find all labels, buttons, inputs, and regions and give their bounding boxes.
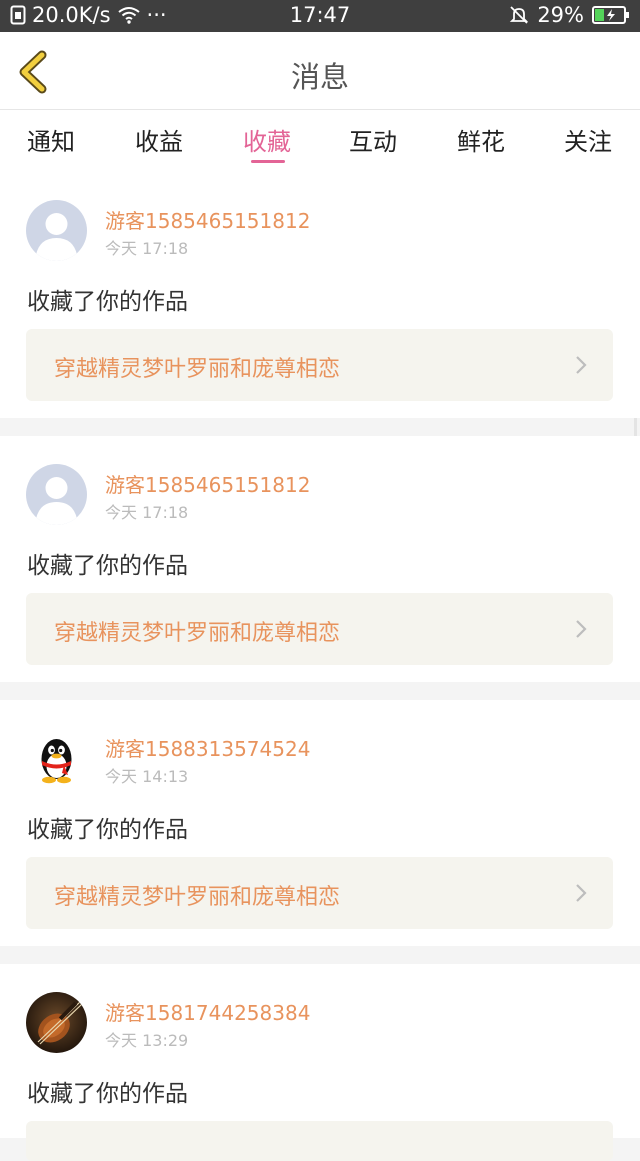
action-text: 收藏了你的作品 <box>27 553 188 579</box>
tab-interaction[interactable]: 互动 <box>333 122 413 157</box>
violin-photo-avatar[interactable] <box>26 992 87 1053</box>
tab-following[interactable]: 关注 <box>548 122 628 157</box>
work-link[interactable] <box>26 1121 613 1161</box>
mute-bell-icon <box>509 5 529 25</box>
message-card: 游客1585465151812 今天 17:18 收藏了你的作品 穿越精灵梦叶罗… <box>0 436 640 682</box>
work-link[interactable]: 穿越精灵梦叶罗丽和庞尊相恋 <box>26 329 613 401</box>
page-title: 消息 <box>290 60 349 94</box>
battery-percent: 29% <box>537 3 584 27</box>
message-tabs: 通知 收益 收藏 互动 鲜花 关注 <box>0 110 640 172</box>
message-card: 游客1588313574524 今天 14:13 收藏了你的作品 穿越精灵梦叶罗… <box>0 700 640 946</box>
chevron-right-icon <box>576 620 587 638</box>
timestamp: 今天 14:13 <box>105 767 189 786</box>
message-card: 游客1581744258384 今天 13:29 收藏了你的作品 <box>0 964 640 1161</box>
work-title: 穿越精灵梦叶罗丽和庞尊相恋 <box>54 357 341 382</box>
work-title: 穿越精灵梦叶罗丽和庞尊相恋 <box>54 621 341 646</box>
work-link[interactable]: 穿越精灵梦叶罗丽和庞尊相恋 <box>26 593 613 665</box>
username[interactable]: 游客1581744258384 <box>105 997 310 1026</box>
chevron-right-icon <box>576 356 587 374</box>
username[interactable]: 游客1585465151812 <box>105 205 310 234</box>
action-text: 收藏了你的作品 <box>27 817 188 843</box>
work-link[interactable]: 穿越精灵梦叶罗丽和庞尊相恋 <box>26 857 613 929</box>
chevron-right-icon <box>576 884 587 902</box>
username[interactable]: 游客1585465151812 <box>105 469 310 498</box>
action-text: 收藏了你的作品 <box>27 1081 188 1107</box>
tab-notice[interactable]: 通知 <box>11 122 91 157</box>
timestamp: 今天 17:18 <box>105 503 189 522</box>
work-title: 穿越精灵梦叶罗丽和庞尊相恋 <box>54 885 341 910</box>
timestamp: 今天 13:29 <box>105 1031 189 1050</box>
top-navigation-bar: 消息 <box>0 32 640 110</box>
default-avatar-icon[interactable] <box>26 464 87 525</box>
action-text: 收藏了你的作品 <box>27 289 188 315</box>
tab-earnings[interactable]: 收益 <box>119 122 199 157</box>
tab-flowers[interactable]: 鲜花 <box>441 122 521 157</box>
timestamp: 今天 17:18 <box>105 239 189 258</box>
tab-favorites[interactable]: 收藏 <box>227 122 307 157</box>
battery-icon <box>592 5 630 25</box>
qq-penguin-avatar[interactable] <box>26 728 87 789</box>
message-card: 游客1585465151812 今天 17:18 收藏了你的作品 穿越精灵梦叶罗… <box>0 172 640 418</box>
active-tab-indicator <box>251 160 285 163</box>
username[interactable]: 游客1588313574524 <box>105 733 310 762</box>
status-bar: 20.0K/s ··· 17:47 29% <box>0 0 640 32</box>
default-avatar-icon[interactable] <box>26 200 87 261</box>
